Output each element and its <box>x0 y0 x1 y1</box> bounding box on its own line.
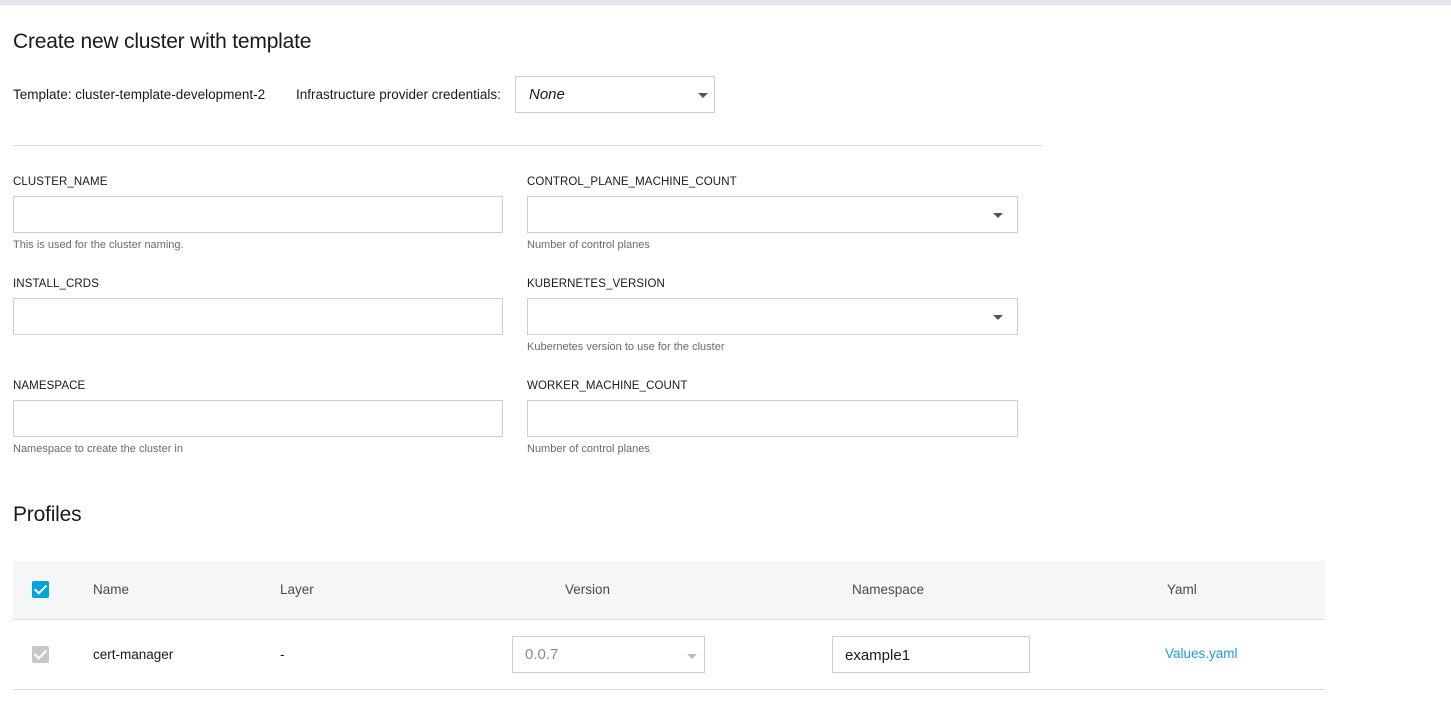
select-all-checkbox[interactable] <box>32 581 49 598</box>
column-header-layer: Layer <box>280 582 314 597</box>
kubernetes-version-select[interactable] <box>527 298 1018 335</box>
check-icon <box>33 646 48 660</box>
namespace-label: NAMESPACE <box>13 380 86 392</box>
template-name-label: Template: cluster-template-development-2 <box>13 87 266 102</box>
cluster-name-helper: This is used for the cluster naming. <box>13 239 184 251</box>
column-header-version: Version <box>565 582 611 597</box>
control-plane-machine-count-select[interactable] <box>527 196 1018 233</box>
top-bar <box>0 0 1451 5</box>
profile-name: cert-manager <box>93 647 174 662</box>
install-crds-label: INSTALL_CRDS <box>13 278 99 290</box>
worker-machine-count-label: WORKER_MACHINE_COUNT <box>527 380 688 392</box>
chevron-down-icon <box>698 93 708 98</box>
control-plane-machine-count-helper: Number of control planes <box>527 239 650 251</box>
row-checkbox[interactable] <box>32 646 49 663</box>
profiles-table-header <box>13 561 1325 620</box>
profiles-title: Profiles <box>13 503 82 526</box>
check-icon <box>33 581 48 595</box>
chevron-down-icon <box>993 213 1003 218</box>
section-divider <box>13 145 1042 146</box>
column-header-yaml: Yaml <box>1167 582 1197 597</box>
kubernetes-version-label: KUBERNETES_VERSION <box>527 278 665 290</box>
credentials-label: Infrastructure provider credentials: <box>296 87 501 102</box>
namespace-helper: Namespace to create the cluster in <box>13 443 183 455</box>
credentials-select-value: None <box>529 86 565 103</box>
profile-namespace-value: example1 <box>845 647 911 664</box>
profile-version-select[interactable]: 0.0.7 <box>512 636 705 673</box>
profile-version-value: 0.0.7 <box>525 646 559 663</box>
column-header-name: Name <box>93 582 130 597</box>
page-title: Create new cluster with template <box>13 30 312 53</box>
kubernetes-version-helper: Kubernetes version to use for the cluste… <box>527 341 725 353</box>
profile-layer: - <box>280 647 285 662</box>
install-crds-input[interactable] <box>13 298 503 335</box>
worker-machine-count-input[interactable] <box>527 400 1018 437</box>
values-yaml-link[interactable]: Values.yaml <box>1165 646 1238 661</box>
control-plane-machine-count-label: CONTROL_PLANE_MACHINE_COUNT <box>527 176 737 188</box>
cluster-name-input[interactable] <box>13 196 503 233</box>
chevron-down-icon <box>687 654 697 659</box>
cluster-name-label: CLUSTER_NAME <box>13 176 108 188</box>
profile-namespace-input[interactable]: example1 <box>832 636 1030 673</box>
row-divider <box>13 689 1325 690</box>
credentials-select[interactable]: None <box>515 76 715 113</box>
chevron-down-icon <box>993 315 1003 320</box>
worker-machine-count-helper: Number of control planes <box>527 443 650 455</box>
column-header-namespace: Namespace <box>852 582 925 597</box>
namespace-input[interactable] <box>13 400 503 437</box>
